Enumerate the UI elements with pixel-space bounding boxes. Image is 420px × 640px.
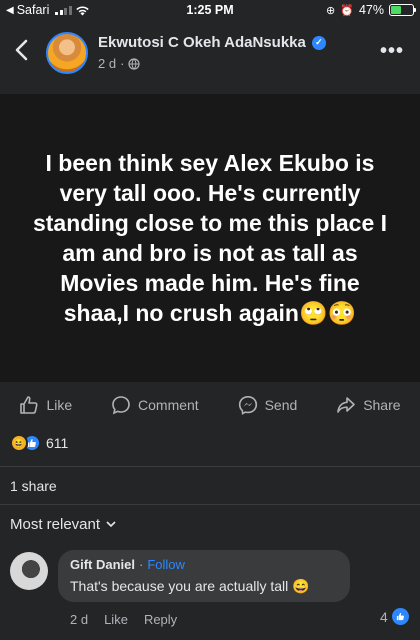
verified-badge-icon: ✓	[311, 35, 326, 50]
send-button[interactable]: Send	[238, 395, 298, 415]
comment-bubble: Gift Daniel · Follow That's because you …	[58, 550, 350, 602]
chevron-down-icon	[106, 521, 116, 528]
haha-reaction-icon: 😆	[10, 434, 28, 452]
follow-link[interactable]: Follow	[147, 557, 185, 572]
comment-label: Comment	[138, 397, 199, 413]
post-text: I been think sey Alex Ekubo is very tall…	[32, 150, 388, 326]
comment-reactions[interactable]: 4	[380, 608, 409, 625]
alarm-icon: ⏰	[340, 4, 354, 17]
meta-dot: ·	[139, 557, 144, 572]
comment-reply-button[interactable]: Reply	[144, 612, 177, 627]
reactions-summary[interactable]: 😆 611	[10, 434, 68, 452]
comment-actions: 2 d Like Reply	[70, 612, 177, 627]
share-button[interactable]: Share	[336, 395, 401, 415]
like-reaction-icon	[391, 608, 409, 625]
post-body: I been think sey Alex Ekubo is very tall…	[0, 94, 420, 382]
comment-like-button[interactable]: Like	[104, 612, 128, 627]
page-name-row: Ekwutosi C Okeh AdaNsukka ✓	[98, 34, 326, 51]
post-actions: Like Comment Send Share	[0, 390, 420, 420]
divider	[0, 466, 420, 467]
page-name[interactable]: Ekwutosi C Okeh AdaNsukka	[98, 34, 306, 51]
battery-icon	[389, 4, 416, 16]
meta-dot: ·	[120, 56, 125, 71]
post-meta: 2 d ·	[98, 56, 141, 71]
commenter-avatar[interactable]	[10, 552, 48, 590]
comment-button[interactable]: Comment	[111, 395, 199, 415]
like-button[interactable]: Like	[19, 395, 72, 415]
comment-text: That's because you are actually tall 😄	[70, 578, 310, 594]
comment-sort-dropdown[interactable]: Most relevant	[10, 516, 116, 533]
reaction-count: 611	[46, 435, 69, 451]
share-count[interactable]: 1 share	[10, 478, 57, 494]
comment-reaction-count: 4	[380, 608, 388, 625]
send-label: Send	[264, 397, 298, 413]
comment-header: Gift Daniel · Follow	[70, 557, 338, 572]
battery-percent: 47%	[358, 3, 384, 17]
post-header: Ekwutosi C Okeh AdaNsukka ✓ 2 d · •••	[0, 26, 420, 86]
messenger-icon	[238, 395, 257, 415]
page-avatar[interactable]	[46, 32, 88, 74]
comment-time: 2 d	[70, 612, 89, 627]
sort-label: Most relevant	[10, 516, 101, 533]
battery-fill	[391, 6, 401, 14]
like-label: Like	[46, 397, 73, 413]
status-right: ⊕ ⏰ 47%	[326, 3, 416, 17]
globe-icon	[128, 57, 141, 70]
orientation-lock-icon: ⊕	[326, 4, 336, 17]
comment-bubble-icon	[112, 396, 130, 415]
commenter-name[interactable]: Gift Daniel	[70, 557, 135, 572]
back-arrow-icon[interactable]	[12, 38, 32, 62]
divider	[0, 504, 420, 505]
more-options-icon[interactable]: •••	[380, 40, 404, 63]
thumbs-up-icon	[20, 396, 38, 414]
share-label: Share	[363, 397, 401, 413]
share-arrow-icon	[337, 397, 355, 413]
status-bar: ◀ Safari 1:25 PM ⊕ ⏰ 47%	[0, 0, 420, 22]
post-time[interactable]: 2 d	[98, 56, 116, 71]
